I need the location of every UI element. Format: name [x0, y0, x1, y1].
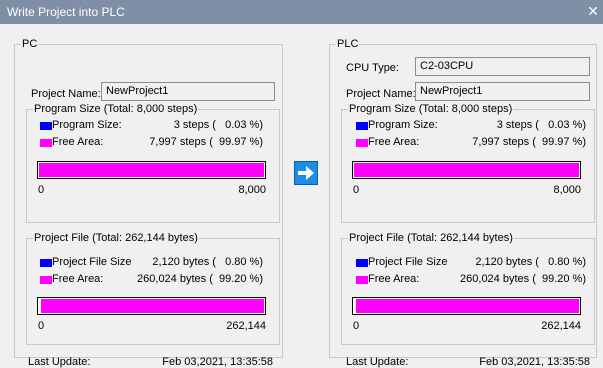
plc-file-size-value: 2,120 bytes ( 0.80 %)	[475, 256, 586, 268]
plc-project-name-field: NewProject1	[415, 82, 590, 101]
plc-file-usage-fill	[356, 299, 579, 313]
pc-project-name-label: Project Name:	[31, 88, 101, 100]
plc-program-scale-min: 0	[353, 184, 360, 196]
pc-free-area-value: 7,997 steps ( 99.97 %)	[149, 136, 263, 148]
plc-last-update-value: Feb 03,2021, 13:35:58	[479, 356, 590, 368]
pc-last-update-value: Feb 03,2021, 13:35:58	[162, 356, 273, 368]
pc-program-size-swatch	[40, 122, 52, 130]
plc-program-size-legend: Program Size (Total: 8,000 steps)	[349, 103, 513, 115]
pc-last-update-label: Last Update:	[28, 356, 91, 368]
plc-program-scale-max: 8,000	[553, 184, 581, 196]
window-body: PC Project Name: NewProject1 Program Siz…	[0, 24, 603, 368]
plc-file-scale-min: 0	[353, 320, 360, 332]
close-icon[interactable]: ✕	[587, 3, 599, 20]
pc-file-size-value: 2,120 bytes ( 0.80 %)	[152, 256, 263, 268]
plc-program-usage-fill	[354, 163, 579, 177]
pc-project-file-legend: Project File (Total: 262,144 bytes)	[34, 232, 198, 244]
transfer-arrow-button[interactable]	[294, 161, 318, 185]
pc-project-name-field: NewProject1	[101, 82, 275, 101]
plc-program-size-value: 3 steps ( 0.03 %)	[496, 119, 586, 131]
plc-file-size-swatch	[356, 259, 368, 267]
plc-cpu-type-label: CPU Type:	[346, 62, 399, 74]
pc-file-scale-max: 262,144	[226, 320, 266, 332]
plc-last-update-label: Last Update:	[346, 356, 409, 368]
pc-group-label: PC	[22, 38, 38, 50]
plc-file-free-swatch	[356, 276, 368, 284]
pc-free-area-label: Free Area:	[52, 136, 104, 148]
pc-file-free-swatch	[40, 276, 52, 284]
title-bar: Write Project into PLC ✕	[0, 0, 603, 24]
plc-free-area-swatch	[356, 139, 368, 147]
plc-project-name-label: Project Name:	[346, 88, 416, 100]
plc-program-size-swatch	[356, 122, 368, 130]
pc-file-scale-min: 0	[38, 320, 45, 332]
pc-file-size-swatch	[40, 259, 52, 267]
pc-program-scale-min: 0	[38, 184, 45, 196]
pc-program-size-value: 3 steps ( 0.03 %)	[173, 119, 263, 131]
plc-program-size-label: Program Size:	[368, 119, 438, 131]
pc-program-usage-fill	[39, 163, 264, 177]
pc-file-free-label: Free Area:	[52, 273, 104, 285]
plc-file-free-label: Free Area:	[368, 273, 420, 285]
plc-file-free-value: 260,024 bytes ( 99.20 %)	[460, 273, 586, 285]
plc-free-area-label: Free Area:	[368, 136, 420, 148]
plc-file-scale-max: 262,144	[541, 320, 581, 332]
pc-program-size-legend: Program Size (Total: 8,000 steps)	[34, 103, 198, 115]
arrow-right-icon	[298, 166, 314, 180]
pc-free-area-swatch	[40, 139, 52, 147]
pc-file-usage-fill	[41, 299, 264, 313]
plc-file-size-label: Project File Size	[368, 256, 448, 268]
plc-program-usage-bar	[352, 161, 581, 179]
pc-file-free-value: 260,024 bytes ( 99.20 %)	[137, 273, 263, 285]
pc-file-usage-bar	[37, 297, 266, 315]
pc-program-size-label: Program Size:	[52, 119, 122, 131]
plc-project-file-legend: Project File (Total: 262,144 bytes)	[349, 232, 513, 244]
pc-program-scale-max: 8,000	[238, 184, 266, 196]
plc-cpu-type-field: C2-03CPU	[415, 57, 590, 76]
pc-program-usage-bar	[37, 161, 266, 179]
plc-free-area-value: 7,997 steps ( 99.97 %)	[472, 136, 586, 148]
window-title: Write Project into PLC	[7, 5, 125, 19]
pc-file-size-label: Project File Size	[52, 256, 132, 268]
plc-group-label: PLC	[337, 38, 359, 50]
plc-file-usage-bar	[352, 297, 581, 315]
